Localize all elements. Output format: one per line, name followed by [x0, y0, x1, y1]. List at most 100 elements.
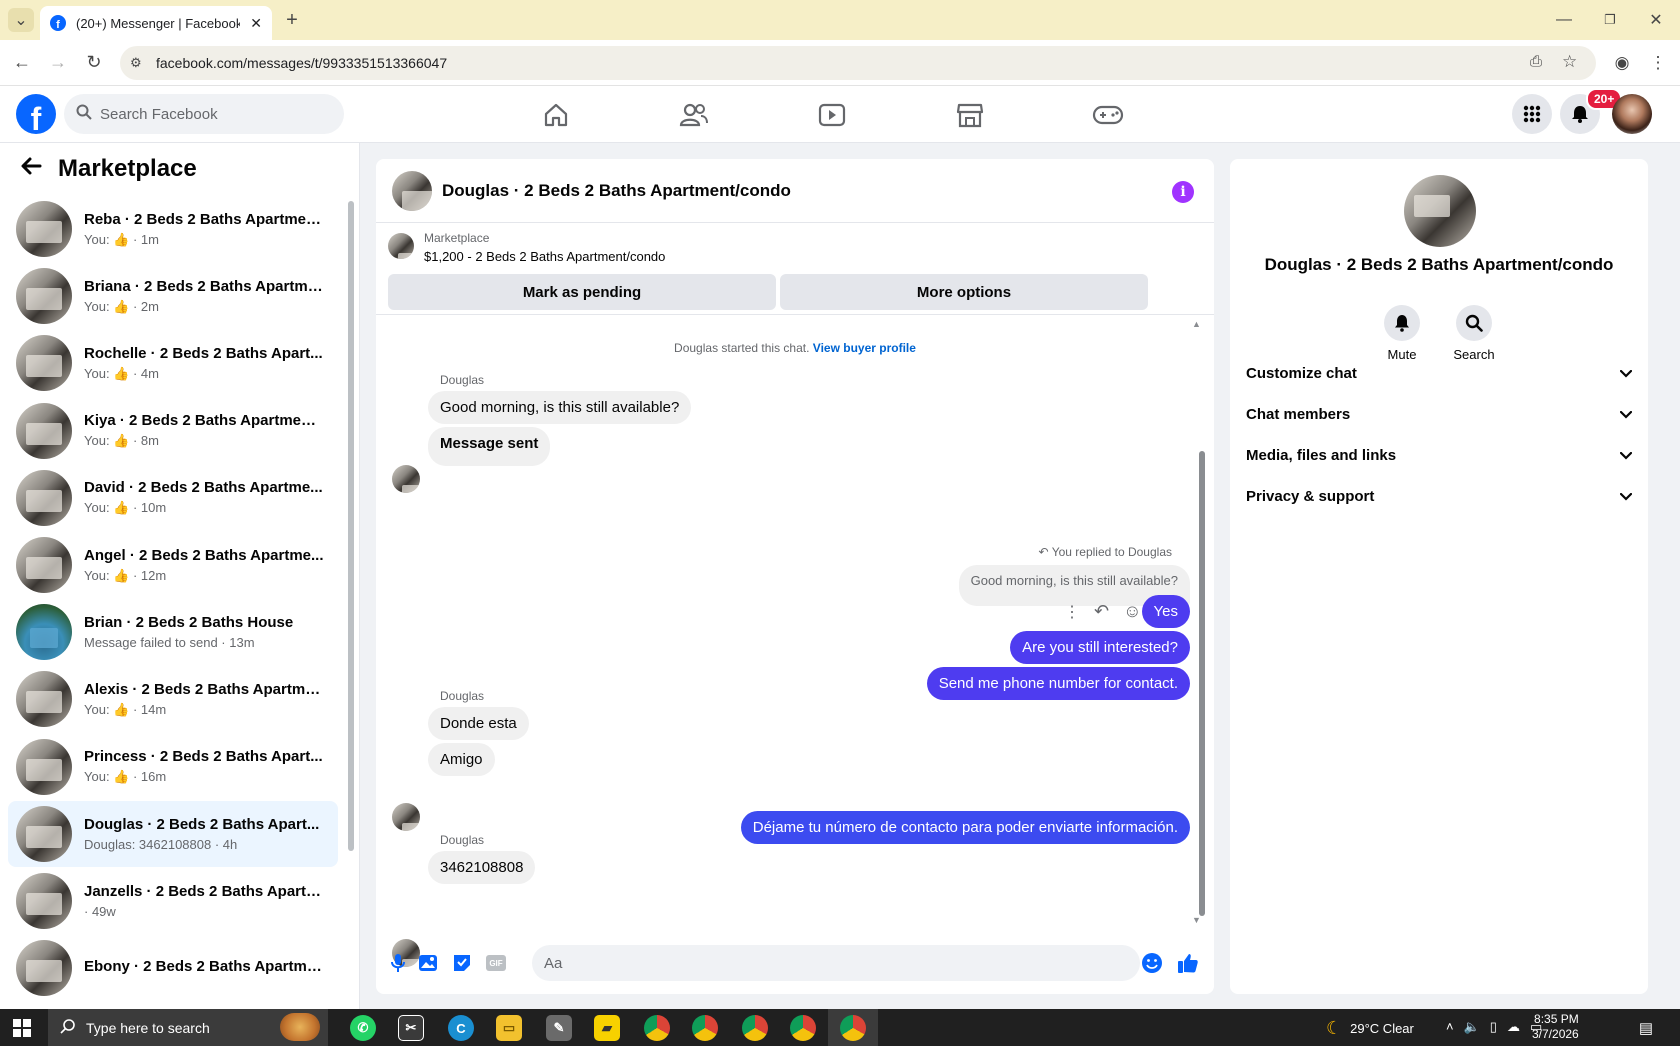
reply-icon[interactable]: ↶	[1094, 601, 1109, 622]
weather-widget[interactable]: ☾ 29°C Clear	[1326, 1018, 1414, 1039]
conversation-item[interactable]: Ebony · 2 Beds 2 Baths Apartme...	[8, 935, 338, 1001]
view-buyer-profile-link[interactable]: View buyer profile	[813, 341, 916, 355]
volume-icon[interactable]: 🔈	[1464, 1019, 1480, 1035]
friends-nav-icon[interactable]	[638, 90, 750, 140]
windows-start-icon[interactable]	[12, 1018, 32, 1038]
sticky-notes-icon[interactable]: ▰	[594, 1015, 620, 1041]
minimize-icon[interactable]: —	[1554, 10, 1574, 30]
microphone-icon[interactable]	[386, 951, 410, 975]
conversation-item[interactable]: Brian · 2 Beds 2 Baths House Message fail…	[8, 599, 338, 665]
chrome-profile-icon[interactable]	[742, 1015, 768, 1041]
started-text: Douglas started this chat.	[674, 341, 810, 355]
conversation-item[interactable]: Rochelle · 2 Beds 2 Baths Apart... You: 👍…	[8, 330, 338, 396]
marketplace-nav-icon[interactable]	[914, 90, 1026, 140]
react-emoji-icon[interactable]: ☺	[1123, 601, 1141, 622]
sender-avatar	[392, 803, 420, 831]
conversation-item[interactable]: Alexis · 2 Beds 2 Baths Apartme... You: 👍…	[8, 666, 338, 732]
conversation-item[interactable]: Princess · 2 Beds 2 Baths Apart... You: 👍…	[8, 734, 338, 800]
info-row[interactable]: Privacy & support	[1246, 476, 1633, 516]
chrome-profile-icon[interactable]	[692, 1015, 718, 1041]
forward-icon[interactable]: →	[48, 52, 68, 72]
bookmark-star-icon[interactable]: ☆	[1562, 52, 1577, 72]
incoming-message[interactable]: Message sent	[428, 427, 551, 466]
install-app-icon[interactable]: ⎙	[1530, 53, 1542, 70]
gaming-nav-icon[interactable]	[1052, 90, 1164, 140]
onedrive-icon[interactable]: ☁	[1507, 1019, 1520, 1035]
chrome-icon[interactable]	[644, 1015, 670, 1041]
conversation-preview: You: 👍 · 2m	[84, 298, 159, 314]
account-avatar[interactable]	[1612, 94, 1652, 134]
taskbar-search-input[interactable]: Type here to search	[48, 1009, 328, 1046]
chat-title[interactable]: Douglas · 2 Beds 2 Baths Apartment/condo	[442, 181, 791, 201]
info-row[interactable]: Media, files and links	[1246, 435, 1633, 475]
outgoing-message[interactable]: Are you still interested?	[1010, 631, 1190, 664]
info-row[interactable]: Customize chat	[1246, 353, 1633, 393]
conversation-item[interactable]: Briana · 2 Beds 2 Baths Apartme... You: 👍…	[8, 263, 338, 329]
close-window-icon[interactable]: ✕	[1646, 10, 1666, 30]
notification-center-icon[interactable]: ▤	[1636, 1018, 1656, 1038]
site-info-icon[interactable]: ⚙	[130, 55, 142, 71]
message-input[interactable]: Aa	[532, 945, 1140, 981]
more-actions-icon[interactable]: ⋮	[1064, 602, 1080, 622]
chat-scrollbar[interactable]	[1199, 451, 1205, 916]
gif-icon[interactable]: GIF	[484, 951, 508, 975]
scroll-down-icon[interactable]: ▼	[1192, 915, 1201, 925]
tray-chevron-icon[interactable]: ˄	[1446, 1019, 1454, 1035]
sidebar-scrollbar[interactable]	[348, 201, 354, 851]
outgoing-message[interactable]: Déjame tu número de contacto para poder …	[740, 811, 1190, 844]
chrome-profile-icon[interactable]	[790, 1015, 816, 1041]
incoming-message[interactable]: Donde esta	[428, 707, 529, 740]
video-nav-icon[interactable]	[776, 90, 888, 140]
incoming-message[interactable]: Good morning, is this still available?	[428, 391, 692, 424]
conversation-item[interactable]: Reba · 2 Beds 2 Baths Apartmen... You: 👍 …	[8, 196, 338, 262]
outgoing-message[interactable]: Yes	[1141, 595, 1190, 628]
close-tab-icon[interactable]: ✕	[250, 15, 262, 32]
facebook-search-input[interactable]: Search Facebook	[64, 94, 344, 134]
conversation-item[interactable]: Kiya · 2 Beds 2 Baths Apartment... You: 👍…	[8, 398, 338, 464]
photo-attach-icon[interactable]	[416, 951, 440, 975]
incoming-message[interactable]: 3462108808	[428, 851, 536, 884]
listing-thumbnail[interactable]	[388, 233, 414, 259]
info-row[interactable]: Chat members	[1246, 394, 1633, 434]
browser-tab-bar: ⌄ f (20+) Messenger | Facebook ✕ + — ❐ ✕	[0, 0, 1680, 40]
taskbar-clock[interactable]: 8:35 PM 3/7/2026	[1532, 1012, 1579, 1042]
back-arrow-icon[interactable]	[20, 155, 42, 183]
conversation-item[interactable]: David · 2 Beds 2 Baths Apartme... You: 👍 …	[8, 465, 338, 531]
incoming-message[interactable]: Amigo	[428, 743, 495, 776]
info-avatar[interactable]	[1404, 175, 1476, 247]
chat-avatar[interactable]	[392, 170, 432, 211]
menu-grid-icon[interactable]	[1512, 94, 1552, 134]
mark-as-pending-button[interactable]: Mark as pending	[388, 274, 776, 310]
outgoing-message[interactable]: Send me phone number for contact.	[926, 667, 1190, 700]
back-icon[interactable]: ←	[12, 52, 32, 72]
browser-tab[interactable]: f (20+) Messenger | Facebook ✕	[40, 6, 272, 40]
thumbs-up-icon[interactable]	[1176, 951, 1200, 975]
facebook-logo-icon[interactable]: f	[16, 94, 56, 134]
listing-title[interactable]: $1,200 - 2 Beds 2 Baths Apartment/condo	[424, 249, 665, 264]
canva-icon[interactable]: C	[448, 1015, 474, 1041]
scroll-up-icon[interactable]: ▲	[1192, 319, 1201, 329]
info-icon[interactable]: i	[1172, 181, 1194, 203]
more-options-button[interactable]: More options	[780, 274, 1148, 310]
file-explorer-icon[interactable]: ▭	[496, 1015, 522, 1041]
emoji-icon[interactable]	[1140, 951, 1164, 975]
conversation-name: Princess · 2 Beds 2 Baths Apart...	[84, 748, 323, 766]
new-tab-icon[interactable]: +	[282, 9, 302, 31]
reload-icon[interactable]: ↻	[84, 52, 104, 72]
tab-list-icon[interactable]: ⌄	[8, 8, 34, 32]
profile-icon[interactable]: ◉	[1612, 53, 1632, 73]
browser-menu-icon[interactable]: ⋮	[1648, 53, 1668, 73]
conversation-item[interactable]: Janzells · 2 Beds 2 Baths Apartm... · 49w	[8, 868, 338, 934]
chrome-active-icon[interactable]	[840, 1015, 866, 1041]
conversation-item[interactable]: Douglas · 2 Beds 2 Baths Apart... Douglas…	[8, 800, 338, 867]
whatsapp-icon[interactable]: ✆	[350, 1015, 376, 1041]
paint-icon[interactable]: ✎	[546, 1015, 572, 1041]
url-field[interactable]: ⚙ facebook.com/messages/t/99333515133660…	[120, 46, 1596, 80]
capcut-icon[interactable]: ✂	[398, 1015, 424, 1041]
home-nav-icon[interactable]	[500, 90, 612, 140]
battery-icon[interactable]: ▯	[1490, 1019, 1497, 1035]
conversation-name: Douglas · 2 Beds 2 Baths Apart...	[84, 815, 320, 833]
conversation-item[interactable]: Angel · 2 Beds 2 Baths Apartme... You: 👍 …	[8, 532, 338, 598]
restore-icon[interactable]: ❐	[1600, 10, 1620, 30]
sticker-icon[interactable]	[450, 951, 474, 975]
